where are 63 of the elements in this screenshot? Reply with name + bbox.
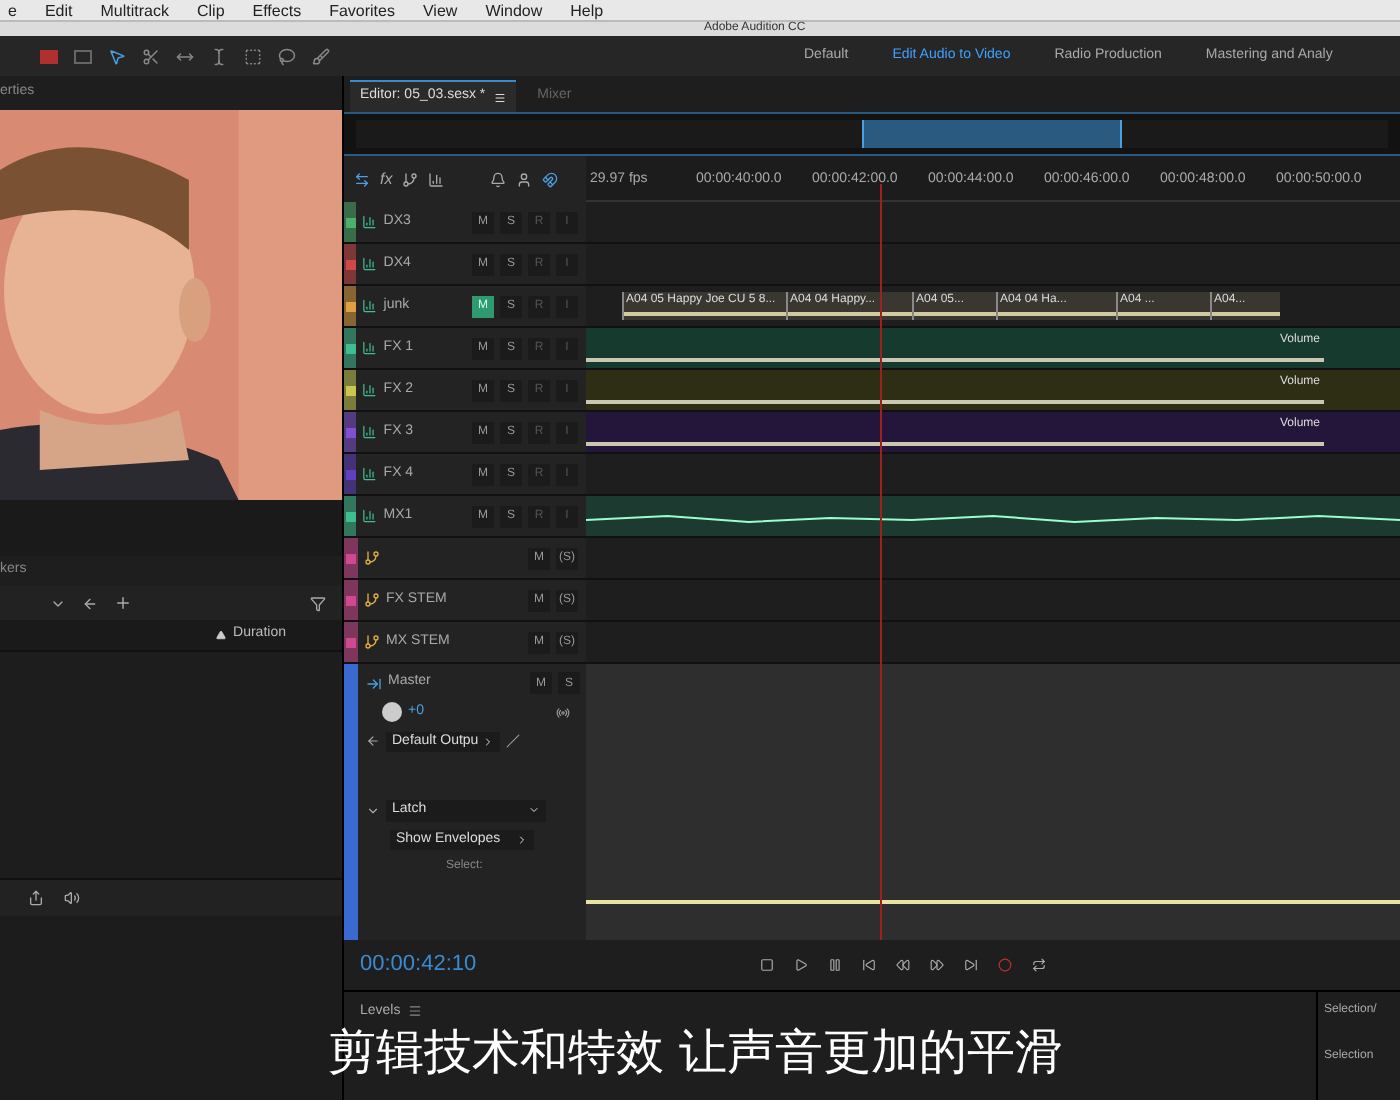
skip-forward-icon[interactable] xyxy=(964,958,978,972)
menu-item[interactable]: Multitrack xyxy=(100,1,169,19)
loop-icon[interactable] xyxy=(1032,958,1046,972)
phase-icon xyxy=(506,734,521,749)
bus-icon xyxy=(364,634,380,650)
menu-item[interactable]: e xyxy=(8,1,17,19)
arrow-left-icon[interactable] xyxy=(82,595,98,611)
brush-icon[interactable] xyxy=(312,47,330,65)
text-cursor-icon[interactable] xyxy=(210,47,228,65)
chevron-right-icon xyxy=(482,735,495,748)
bus-icon xyxy=(364,550,380,566)
sort-arrow-icon xyxy=(215,630,226,640)
menu-item[interactable]: Edit xyxy=(44,1,73,19)
marquee-icon[interactable] xyxy=(244,47,262,65)
bus-icon xyxy=(364,592,380,608)
swap-icon[interactable] xyxy=(354,171,370,187)
waveform-icon xyxy=(362,340,378,356)
skip-back-icon[interactable] xyxy=(862,958,876,972)
menu-item[interactable]: Favorites xyxy=(329,1,395,19)
menu-item[interactable]: Window xyxy=(485,1,543,19)
eq-icon[interactable] xyxy=(428,171,445,187)
slip-tool-icon[interactable] xyxy=(176,47,194,65)
menu-icon[interactable] xyxy=(493,91,506,103)
pointer-icon[interactable] xyxy=(108,47,126,65)
stereo-icon xyxy=(556,705,570,720)
multitrack-view-icon[interactable] xyxy=(74,49,92,63)
lasso-icon[interactable] xyxy=(278,47,296,65)
waveform-view-icon[interactable] xyxy=(40,49,58,63)
play-icon[interactable] xyxy=(794,958,808,972)
effects-toggle[interactable]: fx xyxy=(380,167,393,191)
chevron-right-icon xyxy=(516,833,528,846)
arrow-left-icon xyxy=(366,734,380,749)
record-icon[interactable] xyxy=(998,958,1012,972)
volume-knob[interactable] xyxy=(382,702,402,723)
waveform-icon xyxy=(362,256,378,272)
scissors-icon[interactable] xyxy=(142,47,160,65)
bell-icon[interactable] xyxy=(490,171,507,187)
export-icon[interactable] xyxy=(28,890,44,906)
menu-item[interactable]: Clip xyxy=(196,1,225,19)
menu-item[interactable]: View xyxy=(422,1,458,19)
snap-icon[interactable] xyxy=(542,171,559,187)
fast-forward-icon[interactable] xyxy=(930,958,944,972)
time-display: 00:00:42:10 xyxy=(360,950,479,981)
stop-icon[interactable] xyxy=(760,958,774,972)
bus-icon xyxy=(366,675,382,691)
filter-icon[interactable] xyxy=(310,595,326,611)
rewind-icon[interactable] xyxy=(896,958,910,972)
menu-item[interactable]: Help xyxy=(570,1,604,19)
waveform-icon xyxy=(362,508,378,524)
waveform-icon xyxy=(362,298,378,314)
chevron-down-icon xyxy=(528,804,540,817)
collapse-icon[interactable] xyxy=(366,803,380,818)
waveform-icon xyxy=(362,382,378,398)
pause-icon[interactable] xyxy=(828,958,842,972)
menu-item[interactable]: Effects xyxy=(252,1,302,19)
sends-icon[interactable] xyxy=(402,171,419,187)
waveform-icon xyxy=(362,466,378,482)
person-icon[interactable] xyxy=(516,171,533,187)
subtitle: 剪辑技术和特效 让声音更加的平滑 xyxy=(328,1024,1064,1080)
waveform-icon xyxy=(362,424,378,440)
waveform-icon xyxy=(362,214,378,230)
speaker-icon[interactable] xyxy=(64,890,80,906)
add-icon[interactable] xyxy=(114,594,132,612)
